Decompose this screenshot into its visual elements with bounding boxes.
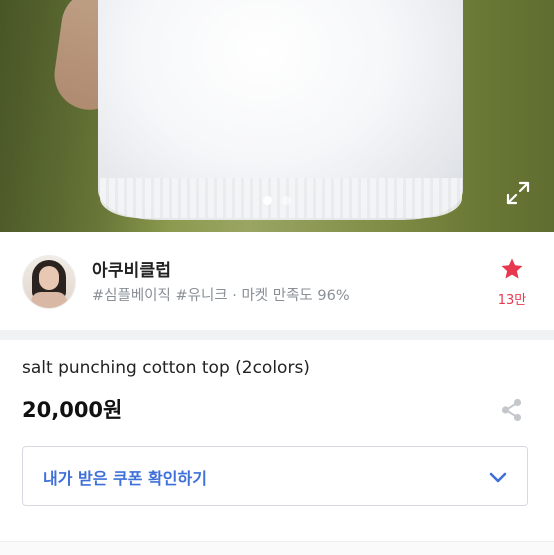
shop-tags: #심플베이직 #유니크 · 마켓 만족도 96% xyxy=(92,288,350,304)
product-image[interactable] xyxy=(0,0,554,232)
shop-avatar[interactable] xyxy=(22,255,76,309)
carousel-dot[interactable] xyxy=(282,196,291,205)
carousel-indicator xyxy=(0,196,554,205)
coupon-label: 내가 받은 쿠폰 확인하기 xyxy=(43,469,207,488)
carousel-dot-active[interactable] xyxy=(263,196,272,205)
favorite-button[interactable]: 13만 xyxy=(492,257,532,308)
avatar-body xyxy=(31,292,67,308)
favorite-count: 13만 xyxy=(497,293,527,308)
coupon-check-button[interactable]: 내가 받은 쿠폰 확인하기 xyxy=(22,446,528,506)
expand-icon[interactable] xyxy=(505,180,531,206)
chevron-down-icon xyxy=(489,472,507,483)
bottom-edge xyxy=(0,541,554,555)
product-price: 20,000원 xyxy=(22,398,123,422)
avatar-face xyxy=(39,266,59,290)
share-icon[interactable] xyxy=(498,396,526,424)
star-icon xyxy=(501,258,523,279)
shop-name[interactable]: 아쿠비클럽 xyxy=(92,256,171,281)
product-title: salt punching cotton top (2colors) xyxy=(22,358,310,378)
section-divider xyxy=(0,330,554,340)
shop-info[interactable]: 아쿠비클럽 #심플베이직 #유니크 · 마켓 만족도 96% 13만 xyxy=(0,232,554,330)
